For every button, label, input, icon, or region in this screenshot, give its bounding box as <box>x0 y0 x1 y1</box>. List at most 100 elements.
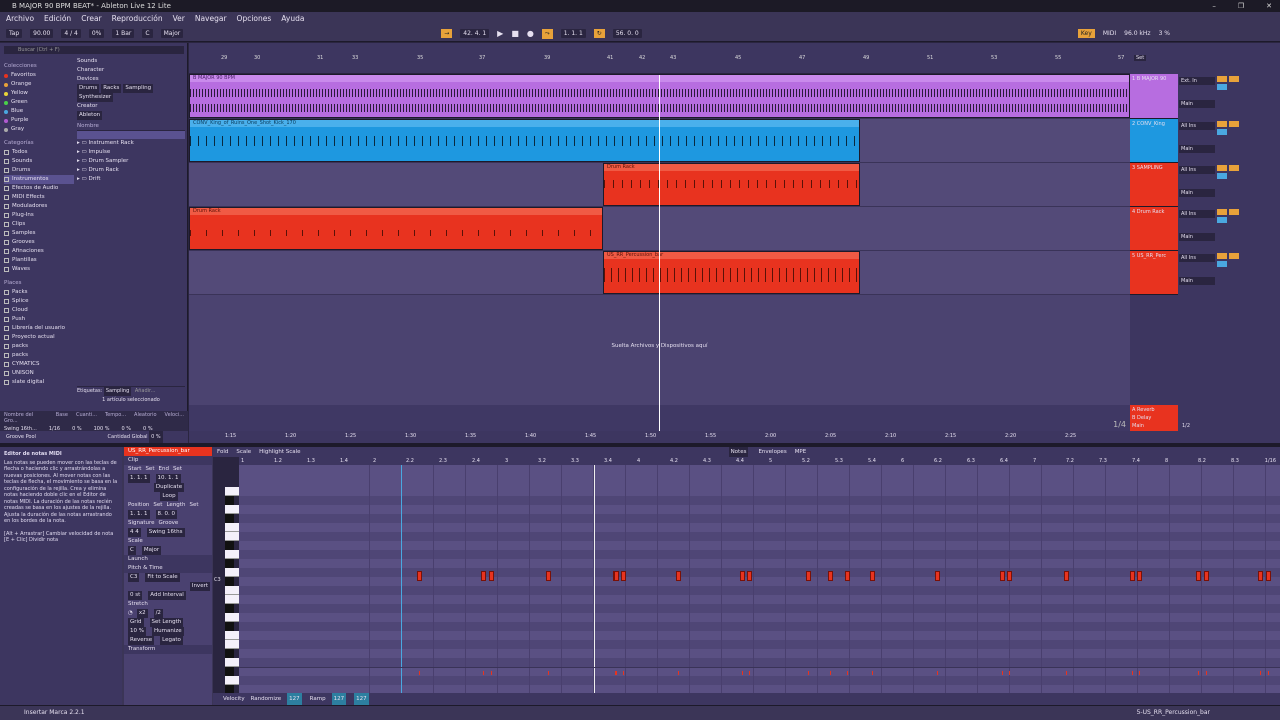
piano-black-key[interactable] <box>225 577 234 586</box>
fit-to-scale-button[interactable]: Fit to Scale <box>145 573 180 582</box>
piano-black-key[interactable] <box>225 622 234 631</box>
menu-crear[interactable]: Crear <box>79 12 103 26</box>
scale-button[interactable]: Scale <box>236 447 251 457</box>
midi-note[interactable] <box>747 571 752 581</box>
track-number-button[interactable] <box>1217 209 1227 215</box>
minimize-icon[interactable]: – <box>1212 0 1216 12</box>
return-b[interactable]: B Delay <box>1132 414 1176 422</box>
track-number-button[interactable] <box>1217 165 1227 171</box>
set-end-button[interactable]: Set <box>173 465 182 474</box>
duplicate-button[interactable]: Duplicate <box>153 483 185 492</box>
velocity-marker[interactable] <box>742 671 743 675</box>
output-select[interactable]: Main <box>1179 100 1215 108</box>
loop-start-field[interactable]: 1. 1. 1 <box>560 29 586 38</box>
velocity-marker[interactable] <box>830 671 831 675</box>
scale-name-select[interactable]: Major <box>141 546 162 555</box>
start-field[interactable]: 1. 1. 1 <box>128 474 150 483</box>
midi-note[interactable] <box>676 571 681 581</box>
output-select[interactable]: Main <box>1179 145 1215 153</box>
midi-clip[interactable]: US_RR_Percussion_bar <box>603 251 860 294</box>
quantize-menu[interactable]: 1 Bar <box>112 29 135 38</box>
velocity-marker[interactable] <box>1002 671 1003 675</box>
piano-white-key[interactable] <box>225 586 239 595</box>
velocity-marker[interactable] <box>808 671 809 675</box>
clip-bar-ruler[interactable]: 1 1.2 1.3 1.4 2 2.2 2.3 2.4 3 3.2 3.3 3.4 4 4.2 4.3 4.4… <box>239 457 1280 465</box>
note-editor-grid[interactable] <box>239 457 1280 693</box>
category-moduladores[interactable]: Moduladores <box>4 202 74 211</box>
midi-note[interactable] <box>845 571 850 581</box>
velocity-marker[interactable] <box>749 671 750 675</box>
section-pitch[interactable]: Pitch & Time <box>124 564 212 573</box>
bpm-field[interactable]: 90.00 <box>30 29 54 38</box>
x2-button[interactable]: x2 <box>136 609 148 618</box>
piano-white-key[interactable] <box>225 613 239 622</box>
piano-white-key[interactable] <box>225 640 239 649</box>
piano-black-key[interactable] <box>225 604 234 613</box>
humanize-button[interactable]: Humanize <box>151 627 184 636</box>
fold-button[interactable]: Fold <box>217 447 228 457</box>
list-item[interactable]: ▸ ▭ Drum Sampler <box>77 157 185 166</box>
loop-icon[interactable]: ↻ <box>593 29 605 38</box>
midi-note[interactable] <box>1137 571 1142 581</box>
ramp-button[interactable]: Ramp <box>310 693 326 705</box>
menu-archivo[interactable]: Archivo <box>4 12 36 26</box>
legato-button[interactable]: Legato <box>160 636 183 645</box>
master-track[interactable]: Main <box>1132 422 1176 430</box>
midi-note[interactable] <box>1204 571 1209 581</box>
output-select[interactable]: Main <box>1179 189 1215 197</box>
list-item[interactable]: ▸ ▭ Impulse <box>77 148 185 157</box>
velocity-marker[interactable] <box>1132 671 1133 675</box>
velocity-marker[interactable] <box>1139 671 1140 675</box>
set-length-tool[interactable]: Set Length <box>149 618 184 627</box>
highlight-scale-toggle[interactable]: Highlight Scale <box>259 447 300 457</box>
track-number-button[interactable] <box>1217 121 1227 127</box>
place-packs-3[interactable]: packs <box>4 351 74 360</box>
arm-button[interactable] <box>1217 84 1227 90</box>
list-item-selected[interactable] <box>77 131 185 139</box>
tag-add[interactable]: Añadir... <box>135 388 156 394</box>
scale-key-select[interactable]: C <box>128 546 136 555</box>
velocity-marker[interactable] <box>1268 671 1269 675</box>
velocity-marker[interactable] <box>1206 671 1207 675</box>
midi-clip[interactable]: Drum Rack <box>603 163 860 206</box>
tab-notes[interactable]: Notes <box>728 447 749 457</box>
velocity-marker[interactable] <box>616 671 617 675</box>
chip-ableton[interactable]: Ableton <box>77 111 103 120</box>
midi-note[interactable] <box>614 571 619 581</box>
velocity-marker[interactable] <box>419 671 420 675</box>
time-signature-field[interactable]: 4 / 4 <box>61 29 81 38</box>
category-todos[interactable]: Todos <box>4 148 74 157</box>
randomize-button[interactable]: Randomize <box>251 693 282 705</box>
midi-note[interactable] <box>1196 571 1201 581</box>
collection-favoritos[interactable]: Favoritos <box>4 71 74 80</box>
place-unison[interactable]: UNISON <box>4 369 74 378</box>
arm-button[interactable] <box>1217 129 1227 135</box>
track-header-4[interactable]: 4 Drum Rack <box>1130 207 1178 251</box>
velocity-marker[interactable] <box>483 671 484 675</box>
midi-note[interactable] <box>935 571 940 581</box>
collection-purple[interactable]: Purple <box>4 116 74 125</box>
midi-note[interactable] <box>1266 571 1271 581</box>
end-field[interactable]: 10. 1. 1 <box>155 474 181 483</box>
velocity-marker[interactable] <box>847 671 848 675</box>
midi-note[interactable] <box>1000 571 1005 581</box>
add-interval-button[interactable]: Add Interval <box>148 591 186 600</box>
return-a[interactable]: A Reverb <box>1132 406 1176 414</box>
track-header-3[interactable]: 3 SAMPLING <box>1130 163 1178 207</box>
filter-creator[interactable]: Creator <box>77 102 185 111</box>
track-header-1[interactable]: 1 B MAJOR 90 <box>1130 74 1178 119</box>
collection-orange[interactable]: Orange <box>4 80 74 89</box>
grid-quantize-indicator[interactable]: 1/16 <box>1265 458 1276 464</box>
loop-button[interactable]: Loop <box>160 492 178 501</box>
piano-black-key[interactable] <box>225 496 234 505</box>
solo-button[interactable] <box>1229 165 1239 171</box>
category-drums[interactable]: Drums <box>4 166 74 175</box>
list-item[interactable]: ▸ ▭ Drift <box>77 175 185 184</box>
velocity-marker[interactable] <box>1009 671 1010 675</box>
beat-ruler[interactable]: 29 30 31 33 35 37 39 41 42 43 45 47 49 5… <box>189 53 1130 63</box>
place-push[interactable]: Push <box>4 315 74 324</box>
collection-green[interactable]: Green <box>4 98 74 107</box>
invert-button[interactable]: Invert <box>189 582 210 591</box>
collection-yellow[interactable]: Yellow <box>4 89 74 98</box>
category-clips[interactable]: Clips <box>4 220 74 229</box>
